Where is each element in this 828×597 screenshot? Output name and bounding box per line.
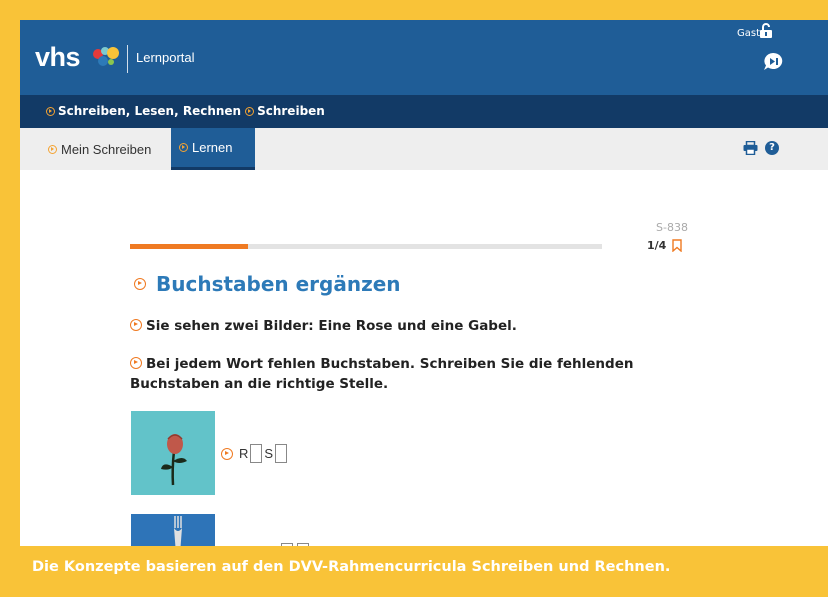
audio-play-icon[interactable]	[130, 319, 142, 331]
chat-icon[interactable]	[762, 52, 784, 72]
info-banner: Die Konzepte basieren auf den DVV-Rahmen…	[20, 546, 828, 588]
instruction-1: Sie sehen zwei Bilder: Eine Rose und ein…	[130, 316, 670, 336]
word-letter: R	[239, 446, 249, 461]
play-circle-icon	[245, 106, 255, 116]
breadcrumb-label: Schreiben	[257, 104, 325, 118]
play-circle-icon	[46, 106, 55, 116]
word-letter: S	[264, 446, 274, 461]
instruction-text: Sie sehen zwei Bilder: Eine Rose und ein…	[146, 318, 517, 334]
tab-label: Mein Schreiben	[61, 141, 152, 157]
exercise-title-text: Buchstaben ergänzen	[156, 272, 401, 296]
portal-label: Lernportal	[136, 50, 195, 65]
tab-lernen[interactable]: Lernen	[171, 128, 255, 170]
app-window: vhs Lernportal Gast Schreiben, Lesen, Re…	[20, 20, 828, 546]
lock-open-icon[interactable]	[759, 23, 773, 39]
letter-input[interactable]	[275, 444, 288, 463]
tab-bar: Mein Schreiben Lernen	[20, 128, 828, 170]
play-circle-icon	[48, 144, 57, 154]
instruction-2: Bei jedem Wort fehlen Buchstaben. Schrei…	[130, 354, 670, 394]
breadcrumb-label: Schreiben, Lesen, Rechnen	[58, 104, 242, 118]
logo-separator	[127, 45, 128, 73]
fork-image	[131, 514, 215, 546]
play-circle-icon[interactable]	[134, 278, 146, 290]
user-label[interactable]: Gast	[737, 28, 760, 39]
bookmark-icon[interactable]	[672, 239, 682, 252]
fork-icon	[174, 516, 182, 546]
print-icon[interactable]	[743, 141, 758, 155]
breadcrumb-item[interactable]: Schreiben	[245, 104, 325, 118]
instruction-text: Bei jedem Wort fehlen Buchstaben. Schrei…	[130, 356, 634, 392]
progress-bar	[130, 244, 602, 249]
audio-play-icon[interactable]	[221, 447, 233, 460]
word-row-rose: R S	[221, 444, 289, 463]
vhs-logo-icon	[93, 47, 119, 66]
exercise-code: S-838	[656, 221, 688, 234]
rose-image	[131, 411, 215, 495]
progress-fill	[130, 244, 248, 249]
audio-play-icon[interactable]	[130, 357, 142, 369]
rose-icon	[161, 434, 187, 486]
play-circle-icon	[179, 143, 188, 152]
breadcrumb-item[interactable]: Schreiben, Lesen, Rechnen	[46, 104, 241, 118]
tab-mein-schreiben[interactable]: Mein Schreiben	[40, 128, 159, 170]
exercise-title: Buchstaben ergänzen	[134, 272, 401, 296]
tab-label: Lernen	[192, 140, 233, 155]
help-icon[interactable]: ?	[765, 141, 779, 155]
breadcrumb-bar: Schreiben, Lesen, Rechnen Schreiben	[20, 95, 828, 128]
breadcrumb: Schreiben, Lesen, Rechnen Schreiben	[46, 104, 325, 118]
site-header: vhs Lernportal Gast	[20, 20, 828, 95]
page-counter: 1/4	[647, 239, 667, 252]
letter-input[interactable]	[250, 444, 263, 463]
vhs-logo[interactable]: vhs	[35, 42, 81, 73]
